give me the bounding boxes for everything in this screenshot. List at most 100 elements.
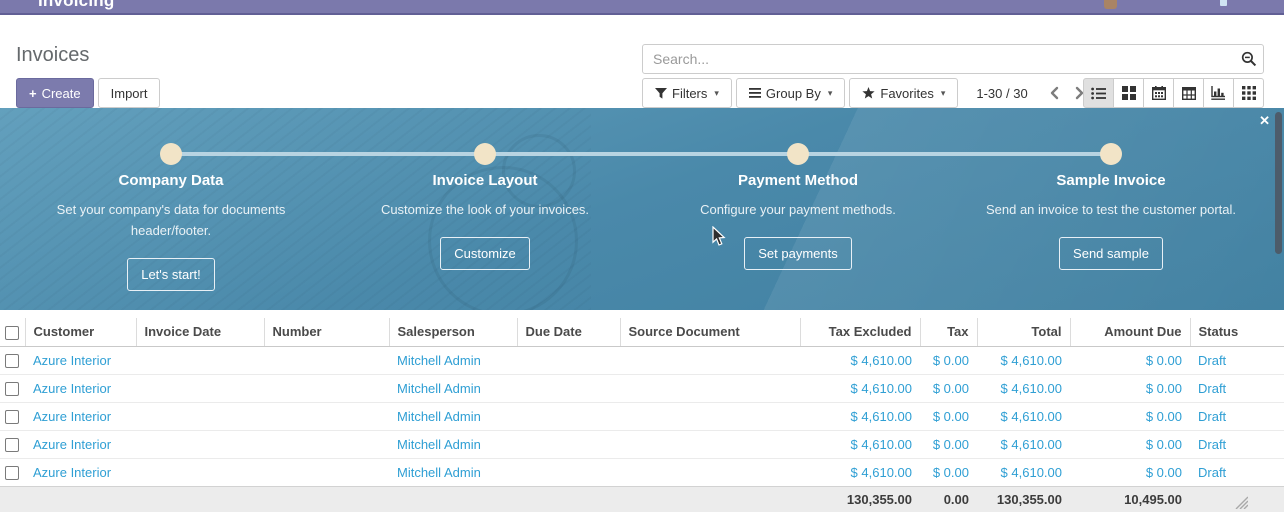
set-payments-button[interactable]: Set payments: [744, 237, 852, 270]
column-header-customer[interactable]: Customer: [25, 318, 136, 346]
cell-total[interactable]: $ 4,610.00: [977, 346, 1070, 374]
column-header-number[interactable]: Number: [264, 318, 389, 346]
table-row[interactable]: Azure Interior Mitchell Admin $ 4,610.00…: [0, 458, 1284, 486]
cell-salesperson[interactable]: Mitchell Admin: [389, 346, 517, 374]
column-header-due-date[interactable]: Due Date: [517, 318, 620, 346]
group-by-button[interactable]: Group By ▾: [736, 78, 845, 108]
search-icon[interactable]: [1241, 51, 1257, 67]
app-name-menu[interactable]: Invoicing: [38, 0, 114, 11]
cell-due-date[interactable]: [517, 402, 620, 430]
column-header-source-document[interactable]: Source Document: [620, 318, 800, 346]
column-header-amount-due[interactable]: Amount Due: [1070, 318, 1190, 346]
cell-source-document[interactable]: [620, 346, 800, 374]
column-header-salesperson[interactable]: Salesperson: [389, 318, 517, 346]
cell-salesperson[interactable]: Mitchell Admin: [389, 374, 517, 402]
search-input[interactable]: [642, 44, 1264, 74]
cell-source-document[interactable]: [620, 458, 800, 486]
cell-tax-excluded[interactable]: $ 4,610.00: [800, 430, 920, 458]
column-header-tax[interactable]: Tax: [920, 318, 977, 346]
resize-grip-icon[interactable]: [1232, 495, 1248, 509]
pager-previous-button[interactable]: [1042, 84, 1067, 102]
cell-number[interactable]: [264, 374, 389, 402]
cell-due-date[interactable]: [517, 430, 620, 458]
cell-tax-excluded[interactable]: $ 4,610.00: [800, 346, 920, 374]
cell-number[interactable]: [264, 430, 389, 458]
row-checkbox[interactable]: [5, 466, 19, 480]
cell-tax[interactable]: $ 0.00: [920, 430, 977, 458]
close-icon[interactable]: ✕: [1259, 114, 1270, 127]
cell-total[interactable]: $ 4,610.00: [977, 374, 1070, 402]
cell-customer[interactable]: Azure Interior: [25, 346, 136, 374]
cell-status[interactable]: Draft: [1190, 346, 1284, 374]
cell-invoice-date[interactable]: [136, 402, 264, 430]
cell-tax-excluded[interactable]: $ 4,610.00: [800, 402, 920, 430]
cell-status[interactable]: Draft: [1190, 458, 1284, 486]
cell-amount-due[interactable]: $ 0.00: [1070, 374, 1190, 402]
filters-button[interactable]: Filters ▾: [642, 78, 732, 108]
cell-source-document[interactable]: [620, 374, 800, 402]
cell-source-document[interactable]: [620, 402, 800, 430]
cell-tax-excluded[interactable]: $ 4,610.00: [800, 458, 920, 486]
row-checkbox[interactable]: [5, 410, 19, 424]
select-all-checkbox[interactable]: [5, 326, 19, 340]
cell-customer[interactable]: Azure Interior: [25, 374, 136, 402]
cell-number[interactable]: [264, 402, 389, 430]
cell-due-date[interactable]: [517, 458, 620, 486]
cell-salesperson[interactable]: Mitchell Admin: [389, 458, 517, 486]
import-button[interactable]: Import: [98, 78, 161, 108]
cell-tax[interactable]: $ 0.00: [920, 346, 977, 374]
cell-number[interactable]: [264, 458, 389, 486]
table-row[interactable]: Azure Interior Mitchell Admin $ 4,610.00…: [0, 402, 1284, 430]
column-header-status[interactable]: Status: [1190, 318, 1284, 346]
cell-source-document[interactable]: [620, 430, 800, 458]
activity-view-button[interactable]: [1233, 78, 1264, 108]
user-avatar[interactable]: [1104, 0, 1117, 9]
row-checkbox[interactable]: [5, 354, 19, 368]
cell-amount-due[interactable]: $ 0.00: [1070, 402, 1190, 430]
cell-invoice-date[interactable]: [136, 374, 264, 402]
cell-invoice-date[interactable]: [136, 458, 264, 486]
cell-salesperson[interactable]: Mitchell Admin: [389, 430, 517, 458]
lets-start-button[interactable]: Let's start!: [127, 258, 215, 291]
table-row[interactable]: Azure Interior Mitchell Admin $ 4,610.00…: [0, 346, 1284, 374]
favorites-button[interactable]: Favorites ▾: [849, 78, 958, 108]
cell-tax[interactable]: $ 0.00: [920, 402, 977, 430]
cell-amount-due[interactable]: $ 0.00: [1070, 346, 1190, 374]
cell-invoice-date[interactable]: [136, 346, 264, 374]
cell-number[interactable]: [264, 346, 389, 374]
calendar-view-button[interactable]: [1143, 78, 1174, 108]
table-row[interactable]: Azure Interior Mitchell Admin $ 4,610.00…: [0, 430, 1284, 458]
scrollbar-thumb[interactable]: [1275, 112, 1282, 254]
column-header-invoice-date[interactable]: Invoice Date: [136, 318, 264, 346]
cell-tax[interactable]: $ 0.00: [920, 374, 977, 402]
cell-amount-due[interactable]: $ 0.00: [1070, 458, 1190, 486]
cell-customer[interactable]: Azure Interior: [25, 458, 136, 486]
cell-status[interactable]: Draft: [1190, 402, 1284, 430]
cell-due-date[interactable]: [517, 374, 620, 402]
graph-view-button[interactable]: [1203, 78, 1234, 108]
cell-invoice-date[interactable]: [136, 430, 264, 458]
send-sample-button[interactable]: Send sample: [1059, 237, 1163, 270]
cell-tax[interactable]: $ 0.00: [920, 458, 977, 486]
row-checkbox[interactable]: [5, 382, 19, 396]
list-view-button[interactable]: [1083, 78, 1114, 108]
column-header-total[interactable]: Total: [977, 318, 1070, 346]
customize-button[interactable]: Customize: [440, 237, 529, 270]
cell-status[interactable]: Draft: [1190, 430, 1284, 458]
cell-total[interactable]: $ 4,610.00: [977, 402, 1070, 430]
cell-tax-excluded[interactable]: $ 4,610.00: [800, 374, 920, 402]
kanban-view-button[interactable]: [1113, 78, 1144, 108]
table-row[interactable]: Azure Interior Mitchell Admin $ 4,610.00…: [0, 374, 1284, 402]
cell-salesperson[interactable]: Mitchell Admin: [389, 402, 517, 430]
column-header-tax-excluded[interactable]: Tax Excluded: [800, 318, 920, 346]
cell-due-date[interactable]: [517, 346, 620, 374]
cell-total[interactable]: $ 4,610.00: [977, 430, 1070, 458]
pivot-view-button[interactable]: [1173, 78, 1204, 108]
navbar-right-icon[interactable]: [1220, 0, 1227, 6]
create-button[interactable]: + Create: [16, 78, 94, 108]
row-checkbox[interactable]: [5, 438, 19, 452]
cell-amount-due[interactable]: $ 0.00: [1070, 430, 1190, 458]
cell-customer[interactable]: Azure Interior: [25, 430, 136, 458]
cell-status[interactable]: Draft: [1190, 374, 1284, 402]
cell-customer[interactable]: Azure Interior: [25, 402, 136, 430]
